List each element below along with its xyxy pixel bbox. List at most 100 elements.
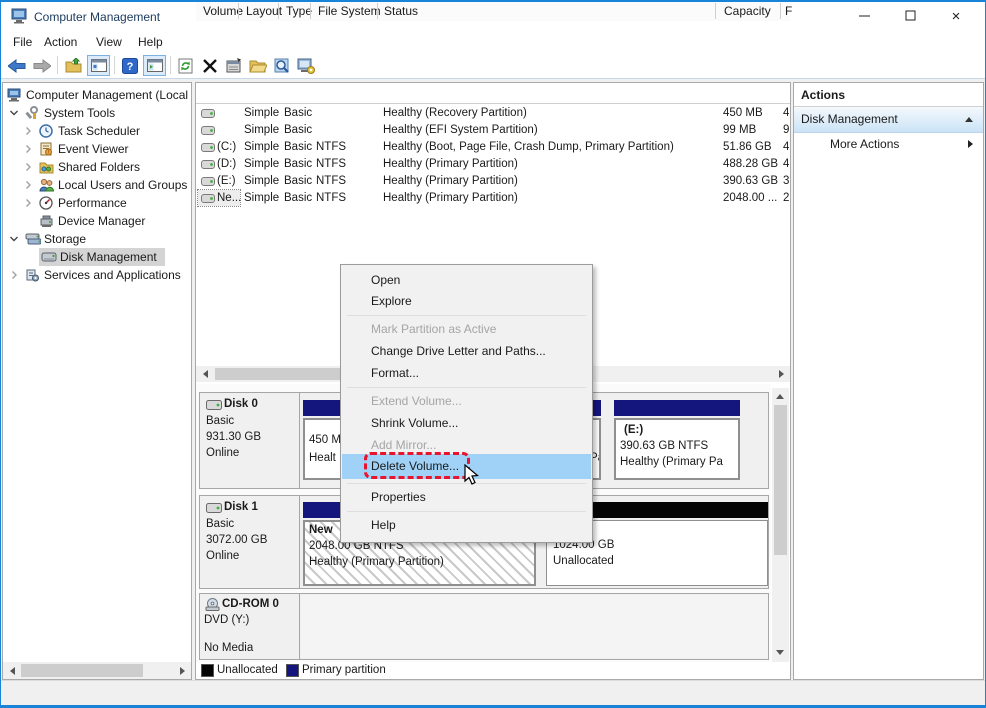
toolbar-separator bbox=[170, 56, 171, 74]
system-tools-icon bbox=[25, 106, 38, 120]
more-actions-item[interactable]: More Actions bbox=[794, 133, 983, 155]
collapse-icon[interactable] bbox=[965, 117, 973, 122]
actions-group-disk-management[interactable]: Disk Management bbox=[794, 107, 983, 133]
tree-item-system-tools[interactable]: System Tools bbox=[3, 104, 191, 122]
chevron-right-icon[interactable] bbox=[23, 144, 33, 154]
disk-icon bbox=[206, 400, 222, 410]
minimize-button[interactable] bbox=[841, 2, 887, 31]
maximize-button[interactable] bbox=[887, 2, 933, 31]
cell-fs: NTFS bbox=[316, 158, 347, 170]
volume-row-selected[interactable]: Ne... Simple Basic NTFS Healthy (Primary… bbox=[196, 189, 790, 207]
column-header-file-system[interactable]: File System bbox=[318, 2, 381, 21]
tree-item-computer-management[interactable]: Computer Management (Local bbox=[3, 86, 191, 104]
storage-icon bbox=[25, 233, 41, 245]
tree-item-shared-folders[interactable]: Shared Folders bbox=[3, 158, 191, 176]
tree-item-performance[interactable]: Performance bbox=[3, 194, 191, 212]
tree-item-disk-management[interactable]: Disk Management bbox=[3, 248, 191, 266]
menu-item-properties[interactable]: Properties bbox=[342, 487, 591, 508]
back-icon[interactable] bbox=[5, 55, 28, 76]
chevron-down-icon[interactable] bbox=[9, 108, 19, 118]
show-action-pane-icon[interactable] bbox=[143, 55, 166, 76]
properties-icon[interactable] bbox=[222, 55, 245, 76]
column-header-capacity[interactable]: Capacity bbox=[724, 2, 771, 21]
scrollbar-thumb[interactable] bbox=[21, 664, 143, 677]
disk1-label[interactable]: Disk 1 Basic 3072.00 GB Online bbox=[200, 496, 300, 588]
scroll-down-button[interactable] bbox=[773, 646, 787, 659]
scroll-right-button[interactable] bbox=[175, 664, 189, 677]
chevron-right-icon[interactable] bbox=[23, 198, 33, 208]
disk-view-vertical-scrollbar[interactable] bbox=[772, 388, 789, 662]
cell-fs: NTFS bbox=[316, 175, 347, 187]
disk0-partition-e[interactable]: (E:) 390.63 GB NTFS Healthy (Primary Pa bbox=[614, 418, 740, 480]
export-list-icon[interactable] bbox=[62, 55, 85, 76]
device-manager-icon bbox=[40, 215, 53, 227]
tree-horizontal-scrollbar[interactable] bbox=[3, 662, 191, 679]
tree-item-storage[interactable]: Storage bbox=[3, 230, 191, 248]
column-separator bbox=[780, 3, 781, 19]
cell-free: 2 bbox=[783, 192, 790, 204]
delete-icon[interactable] bbox=[198, 55, 221, 76]
tree-item-event-viewer[interactable]: ! Event Viewer bbox=[3, 140, 191, 158]
volume-row[interactable]: (D:) Simple Basic NTFS Healthy (Primary … bbox=[196, 156, 790, 173]
remote-computer-icon[interactable] bbox=[294, 55, 317, 76]
menu-item-change-drive-letter[interactable]: Change Drive Letter and Paths... bbox=[342, 341, 591, 362]
tree-item-local-users-and-groups[interactable]: Local Users and Groups bbox=[3, 176, 191, 194]
submenu-arrow-icon[interactable] bbox=[968, 140, 973, 148]
volume-row[interactable]: Simple Basic Healthy (EFI System Partiti… bbox=[196, 122, 790, 139]
tree-item-device-manager[interactable]: Device Manager bbox=[3, 212, 191, 230]
chevron-right-icon[interactable] bbox=[23, 162, 33, 172]
scrollbar-thumb[interactable] bbox=[774, 405, 787, 555]
volume-row[interactable]: Simple Basic Healthy (Recovery Partition… bbox=[196, 105, 790, 122]
tree-item-label: Shared Folders bbox=[58, 160, 141, 174]
help-icon[interactable]: ? bbox=[118, 55, 141, 76]
scroll-left-button[interactable] bbox=[5, 664, 19, 677]
column-header-layout[interactable]: Layout bbox=[246, 2, 282, 21]
menu-item-shrink-volume[interactable]: Shrink Volume... bbox=[342, 413, 591, 434]
menu-item-open[interactable]: Open bbox=[342, 270, 591, 291]
menu-file[interactable]: File bbox=[8, 34, 37, 50]
chevron-right-icon[interactable] bbox=[23, 126, 33, 136]
chevron-right-icon[interactable] bbox=[23, 180, 33, 190]
volume-row[interactable]: (C:) Simple Basic NTFS Healthy (Boot, Pa… bbox=[196, 139, 790, 156]
menu-item-help[interactable]: Help bbox=[342, 515, 591, 536]
volume-row[interactable]: (E:) Simple Basic NTFS Healthy (Primary … bbox=[196, 173, 790, 190]
show-console-tree-icon[interactable] bbox=[87, 55, 110, 76]
scroll-left-button[interactable] bbox=[198, 368, 212, 380]
legend-unallocated-label: Unallocated bbox=[217, 664, 278, 676]
menu-view[interactable]: View bbox=[91, 34, 127, 50]
close-button[interactable]: × bbox=[933, 2, 979, 31]
menu-action[interactable]: Action bbox=[39, 34, 82, 50]
forward-icon[interactable] bbox=[30, 55, 53, 76]
refresh-icon[interactable] bbox=[174, 55, 197, 76]
menu-help[interactable]: Help bbox=[133, 34, 168, 50]
disk0-label[interactable]: Disk 0 Basic 931.30 GB Online bbox=[200, 393, 300, 488]
column-header-status[interactable]: Status bbox=[384, 2, 418, 21]
menu-item-explore[interactable]: Explore bbox=[342, 291, 591, 312]
cdrom-empty-region[interactable] bbox=[301, 595, 768, 658]
menu-item-extend-volume: Extend Volume... bbox=[371, 394, 462, 408]
cell-free: 4 bbox=[783, 141, 790, 153]
menu-item-format[interactable]: Format... bbox=[342, 363, 591, 384]
volume-icon bbox=[201, 177, 215, 186]
cell-capacity: 488.28 GB bbox=[723, 158, 778, 170]
chevron-right-icon[interactable] bbox=[9, 270, 19, 280]
open-folder-icon[interactable] bbox=[246, 55, 269, 76]
disk-management-icon bbox=[41, 252, 57, 262]
disk-type: Basic bbox=[206, 415, 235, 427]
column-separator bbox=[238, 3, 239, 19]
tree-item-task-scheduler[interactable]: Task Scheduler bbox=[3, 122, 191, 140]
column-header-type[interactable]: Type bbox=[286, 2, 312, 21]
chevron-down-icon[interactable] bbox=[9, 234, 19, 244]
console-tree-pane: Computer Management (Local System Tools … bbox=[2, 82, 192, 680]
volume-icon bbox=[201, 109, 215, 118]
scroll-right-button[interactable] bbox=[774, 368, 788, 380]
cell-status: Healthy (Primary Partition) bbox=[383, 158, 518, 170]
unallocated-label: Unallocated bbox=[553, 555, 614, 567]
column-header-free-space[interactable]: F bbox=[785, 2, 792, 21]
tree-item-services-and-applications[interactable]: Services and Applications bbox=[3, 266, 191, 284]
cdrom-label[interactable]: CD-ROM 0 DVD (Y:) No Media bbox=[200, 594, 300, 659]
scroll-up-button[interactable] bbox=[773, 390, 787, 403]
disk-type: Basic bbox=[206, 518, 235, 530]
tree-item-label: Services and Applications bbox=[44, 268, 181, 282]
find-icon[interactable] bbox=[270, 55, 293, 76]
